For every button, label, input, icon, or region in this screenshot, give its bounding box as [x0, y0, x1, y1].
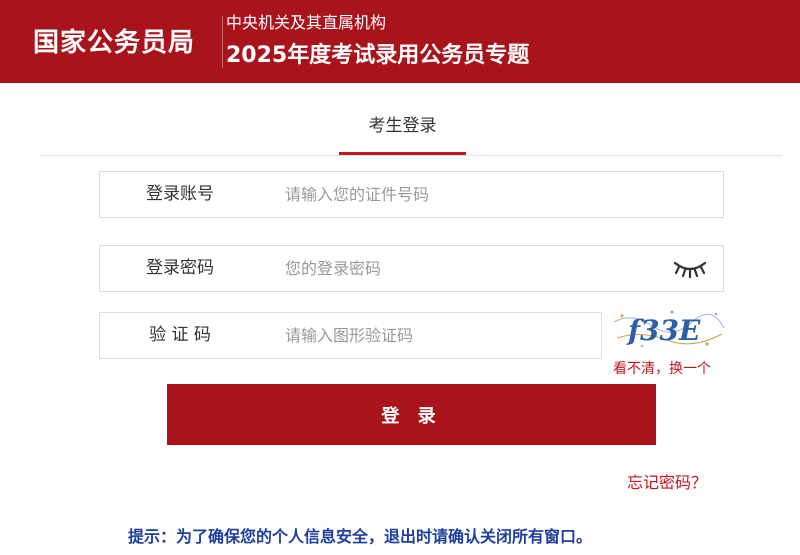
header-subtitle: 中央机关及其直属机构: [226, 13, 387, 32]
site-header: 国家公务员局 中央机关及其直属机构 2025年度考试录用公务员专题: [0, 0, 800, 83]
tab-candidate-login[interactable]: 考生登录: [339, 111, 466, 136]
site-logo[interactable]: 国家公务员局: [33, 22, 195, 59]
captcha-image[interactable]: f33E: [612, 304, 726, 350]
captcha-field: 验 证 码: [99, 312, 602, 359]
login-button[interactable]: 登 录: [167, 384, 656, 445]
captcha-refresh-link[interactable]: 看不清，换一个: [613, 358, 711, 378]
password-field: 登录密码: [99, 245, 724, 292]
tab-divider: [40, 155, 782, 156]
security-tip: 提示：为了确保您的个人信息安全，退出时请确认关闭所有窗口。: [128, 527, 593, 546]
password-input[interactable]: [285, 255, 655, 282]
captcha-label: 验 证 码: [149, 325, 211, 345]
password-label: 登录密码: [146, 258, 214, 278]
account-input[interactable]: [285, 181, 705, 208]
header-divider: [222, 16, 223, 68]
account-field: 登录账号: [99, 171, 724, 218]
eye-closed-icon[interactable]: [673, 257, 707, 279]
forgot-password-link[interactable]: 忘记密码？: [627, 469, 707, 493]
captcha-input[interactable]: [285, 322, 585, 349]
captcha-char: f33E: [626, 314, 701, 347]
header-title: 2025年度考试录用公务员专题: [226, 43, 530, 68]
account-label: 登录账号: [146, 184, 214, 204]
